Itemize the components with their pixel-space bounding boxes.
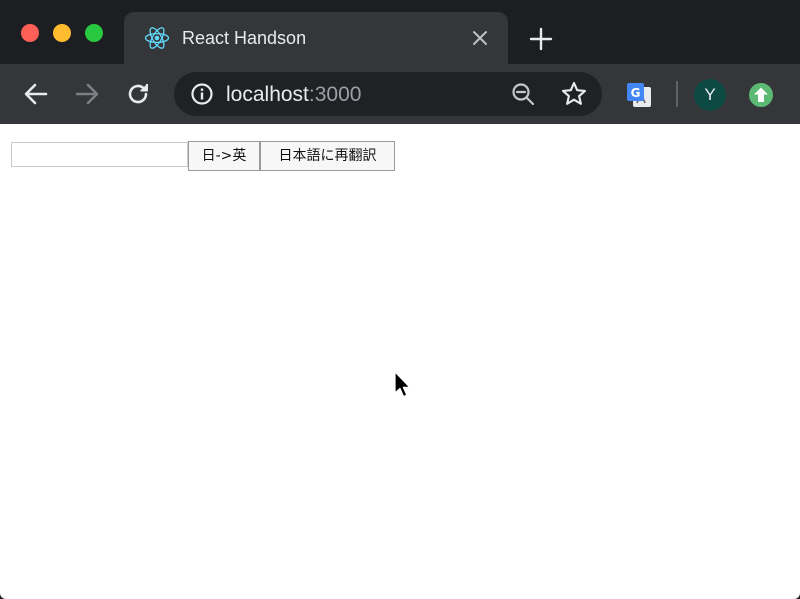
reload-icon[interactable] [124, 80, 152, 108]
url-port: :3000 [308, 83, 362, 106]
maximize-window-button[interactable] [85, 24, 103, 42]
plus-icon[interactable] [528, 26, 554, 52]
update-icon[interactable] [748, 82, 774, 108]
close-icon[interactable] [470, 28, 490, 48]
browser-toolbar: localhost:3000 G Y [0, 64, 800, 124]
star-icon[interactable] [560, 80, 588, 108]
react-logo-icon [144, 27, 170, 49]
browser-window: React Handson localhost:3000 G Y 日->英 日本… [0, 0, 800, 599]
zoom-out-icon[interactable] [510, 81, 536, 107]
forward-icon[interactable] [73, 80, 101, 108]
tab-title: React Handson [182, 28, 307, 48]
url-text: localhost:3000 [226, 83, 361, 107]
google-translate-icon[interactable]: G [625, 81, 653, 109]
translate-ja-en-button[interactable]: 日->英 [188, 141, 260, 171]
tab-strip: React Handson [0, 0, 800, 64]
mouse-cursor-icon [394, 371, 411, 398]
url-host: localhost [226, 83, 309, 106]
toolbar-divider [676, 81, 678, 107]
info-icon[interactable] [190, 82, 214, 106]
tab-react-handson[interactable]: React Handson [124, 12, 508, 64]
address-bar[interactable]: localhost:3000 [174, 72, 602, 116]
retranslate-ja-button[interactable]: 日本語に再翻訳 [260, 141, 395, 171]
japanese-text-input[interactable] [11, 142, 188, 167]
minimize-window-button[interactable] [53, 24, 71, 42]
page-content: 日->英 日本語に再翻訳 [0, 124, 800, 599]
close-window-button[interactable] [21, 24, 39, 42]
back-icon[interactable] [22, 80, 50, 108]
profile-avatar[interactable]: Y [694, 79, 726, 111]
svg-text:G: G [631, 86, 641, 100]
